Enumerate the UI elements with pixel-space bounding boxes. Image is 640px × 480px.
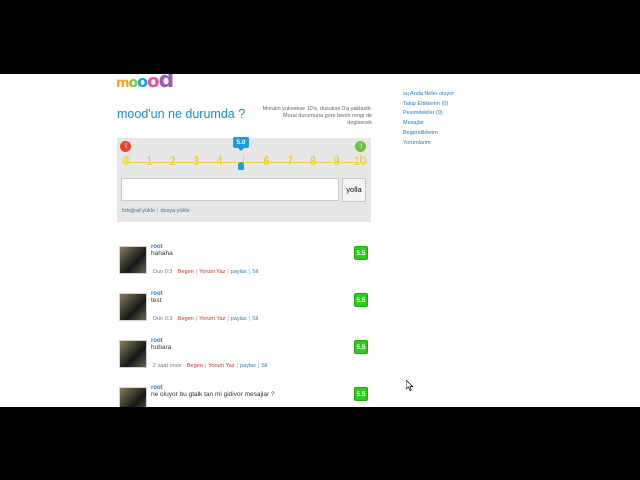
mood-text-input[interactable] [121, 178, 339, 201]
separator: | [195, 269, 198, 275]
mood-feed: root hahaha 5.5 Dun 0:3 Begen | Yorum Yaz |… [116, 242, 372, 407]
mouse-cursor-icon [406, 380, 414, 391]
happy-face-icon: :) [355, 141, 366, 152]
scale-number[interactable]: 9 [330, 156, 344, 168]
scale-tick [243, 155, 244, 162]
mood-value-badge: 5.0 [233, 137, 249, 148]
share-link[interactable]: paylas [231, 316, 247, 322]
comment-link[interactable]: Yorum Yaz [199, 316, 225, 322]
page-title: mood'un ne durumda ? [117, 107, 246, 121]
separator: | [227, 269, 229, 275]
sidebar-item-likes[interactable]: Begendiklerim [403, 129, 454, 139]
sidebar-item-whats-happening[interactable]: su Anda Neler oluyor [403, 90, 454, 100]
upload-file-link[interactable]: dosya yükle [160, 208, 189, 214]
scale-number[interactable]: 8 [306, 156, 320, 168]
scale-number[interactable]: 1 [142, 156, 156, 168]
share-link[interactable]: paylas [231, 269, 247, 275]
share-link[interactable]: paylas [240, 363, 256, 369]
browser-viewport: moood mood'un ne durumda ? Moralin yukse… [0, 74, 640, 407]
feed-post: root test 5.5 Dun 0:3 Begen | Yorum Yaz | pa… [116, 289, 372, 336]
delete-link[interactable]: Sil [252, 269, 258, 275]
separator: | [204, 363, 207, 369]
post-meta: Dun 0:3 Begen | Yorum Yaz | paylas | Sil [153, 269, 258, 275]
feed-post: root hahaha 5.5 Dun 0:3 Begen | Yorum Yaz |… [116, 242, 372, 289]
avatar[interactable] [119, 293, 147, 321]
sidebar-item-following[interactable]: Takip Ettiklerim (0) [403, 100, 454, 110]
like-link[interactable]: Begen [178, 269, 194, 275]
sidebar-item-messages[interactable]: Mesajlar [403, 119, 454, 129]
mood-hint-text: Moralin yuksekse 10'a, dusukse 0'a yakla… [262, 106, 372, 126]
post-text: hahaha [151, 250, 173, 257]
avatar[interactable] [119, 246, 147, 274]
upload-links: fotoğraf yükle | dosya yükle [122, 208, 190, 214]
submit-button[interactable]: yolla [342, 178, 366, 202]
post-time: Dun 0:3 [153, 316, 173, 322]
separator: | [248, 269, 251, 275]
separator: | [195, 316, 198, 322]
scale-number[interactable]: 4 [213, 156, 227, 168]
avatar[interactable] [119, 387, 147, 407]
scale-number[interactable]: 0 [119, 156, 133, 168]
sidebar-item-comments[interactable]: Yorumlarim [403, 139, 454, 149]
comment-link[interactable]: Yorum Yaz [208, 363, 234, 369]
like-link[interactable]: Begen [178, 316, 194, 322]
logo-letter: o [137, 74, 148, 91]
comment-link[interactable]: Yorum Yaz [199, 269, 225, 275]
feed-post: root hubara 5.5 2 saat once Begen | Yorum … [116, 336, 372, 383]
separator: | [257, 363, 260, 369]
logo-letter: o [128, 75, 139, 91]
post-time: Dun 0:3 [153, 269, 173, 275]
post-meta: Dun 0:3 Begen | Yorum Yaz | paylas | Sil [153, 316, 258, 322]
feed-post: root ne oluyor bu gtalk tan mi gidivor m… [116, 383, 372, 407]
mood-slider-handle[interactable] [238, 162, 244, 170]
mood-score-badge: 5.5 [354, 293, 368, 307]
sidebar-item-followers[interactable]: Pesimdekiler (0) [403, 109, 454, 119]
logo-letter: d [158, 74, 175, 93]
scale-number[interactable]: 7 [283, 156, 297, 168]
badge-pointer-icon [238, 148, 244, 151]
sidebar-nav: su Anda Neler oluyor Takip Ettiklerim (0… [403, 90, 454, 148]
delete-link[interactable]: Sil [252, 316, 258, 322]
scale-number[interactable]: 10 [353, 156, 367, 168]
delete-link[interactable]: Sil [261, 363, 267, 369]
separator: | [248, 316, 251, 322]
scale-number[interactable]: 2 [166, 156, 180, 168]
mood-score-badge: 5.5 [354, 387, 368, 401]
mood-score-badge: 5.5 [354, 340, 368, 354]
separator: | [236, 363, 238, 369]
post-text: hubara [151, 344, 172, 351]
post-text: ne oluyor bu gtalk tan mi gidivor mesajl… [151, 391, 275, 398]
avatar[interactable] [119, 340, 147, 368]
upload-photo-link[interactable]: fotoğraf yükle [122, 208, 155, 214]
scale-number[interactable]: 3 [189, 156, 203, 168]
scale-number[interactable]: 6 [259, 156, 273, 168]
post-meta: 2 saat once Begen | Yorum Yaz | paylas | Sil [153, 363, 267, 369]
logo-letter: o [147, 74, 159, 92]
sad-face-icon: :( [120, 141, 131, 152]
mood-score-badge: 5.5 [354, 246, 368, 260]
like-link[interactable]: Begen [187, 363, 203, 369]
separator: | [157, 208, 159, 214]
logo-letter: m [116, 76, 130, 91]
post-time: 2 saat once [153, 363, 182, 369]
logo[interactable]: moood [116, 74, 175, 93]
separator: | [227, 316, 229, 322]
post-text: test [151, 297, 162, 304]
